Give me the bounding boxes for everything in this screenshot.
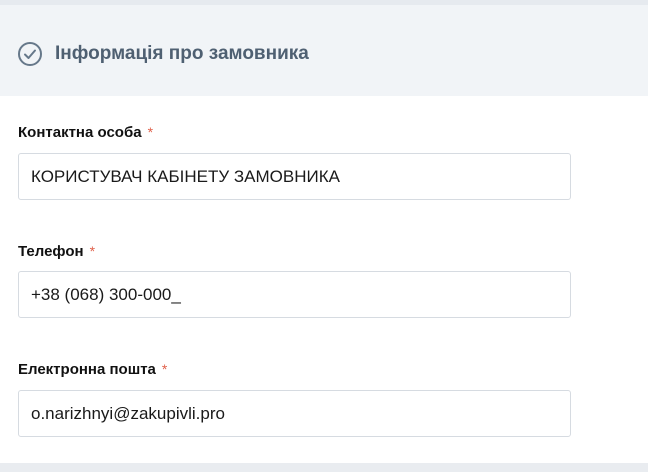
required-mark: * [89, 243, 96, 259]
phone-label: Телефон * [18, 242, 95, 261]
check-circle-icon [18, 42, 42, 66]
email-input[interactable] [18, 390, 571, 437]
phone-label-text: Телефон [18, 243, 84, 260]
contact-person-label-text: Контактна особа [18, 124, 142, 141]
customer-info-form: Контактна особа * Телефон * Електронна пош… [0, 96, 648, 463]
phone-input[interactable] [18, 271, 571, 318]
contact-person-label: Контактна особа * [18, 123, 153, 142]
required-mark: * [161, 361, 168, 377]
section-title: Інформація про замовника [55, 43, 309, 64]
email-label-text: Електронна пошта [18, 361, 156, 378]
required-mark: * [147, 124, 154, 140]
email-label: Електронна пошта * [18, 360, 167, 379]
section-header: Інформація про замовника [0, 5, 648, 96]
bottom-divider [0, 463, 648, 472]
contact-person-input[interactable] [18, 153, 571, 200]
